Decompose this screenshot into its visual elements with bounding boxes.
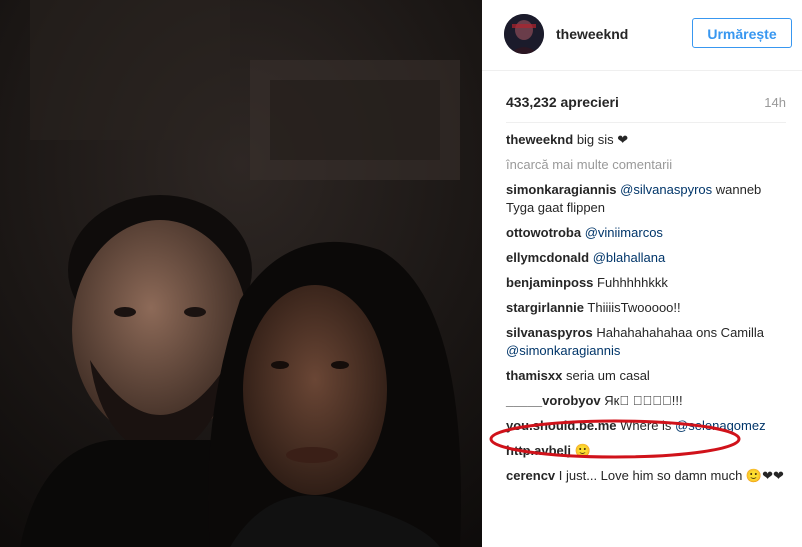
avatar[interactable] [504, 14, 544, 54]
comment-username[interactable]: ellymcdonald [506, 250, 589, 265]
comment-username[interactable]: benjaminposs [506, 275, 593, 290]
comment-list: theweeknd big sis ❤ încarcă mai multe co… [506, 131, 790, 492]
comment-mention[interactable]: @blahallana [593, 250, 665, 265]
comment-item: ellymcdonald @blahallana [506, 249, 790, 267]
header-username[interactable]: theweeknd [556, 26, 628, 42]
comment-item: silvanaspyros Hahahahahahaa ons Camilla … [506, 324, 790, 360]
comment-username[interactable]: stargirlannie [506, 300, 584, 315]
comment-username[interactable]: _____vorobyov [506, 393, 601, 408]
comment-text: Hahahahahahaa ons Camilla [596, 325, 765, 340]
comment-text: ThiiiisTwooooo!! [587, 300, 681, 315]
comment-item: stargirlannie ThiiiisTwooooo!! [506, 299, 790, 317]
likes-count[interactable]: 433,232 aprecieri [506, 94, 619, 110]
comment-item: thamisxx seria um casal [506, 367, 790, 385]
comment-text: Як      !!! [604, 393, 683, 408]
divider [506, 122, 786, 123]
load-more-comments-link[interactable]: încarcă mai multe comentarii [506, 156, 790, 174]
comment-username[interactable]: cerencv [506, 468, 555, 483]
comment-text: seria um casal [566, 368, 650, 383]
caption: theweeknd big sis ❤ [506, 131, 790, 149]
comment-username[interactable]: ottowotroba [506, 225, 581, 240]
comment-item: simonkaragiannis @silvanaspyros wanneb T… [506, 181, 790, 217]
comment-item: cerencv I just... Love him so damn much … [506, 467, 790, 485]
comment-username[interactable]: you.should.be.me [506, 418, 617, 433]
comment-username[interactable]: thamisxx [506, 368, 562, 383]
comment-text: Fuhhhhhkkk [597, 275, 668, 290]
comment-username[interactable]: http.avbelj [506, 443, 571, 458]
comment-mention[interactable]: @silvanaspyros [620, 182, 712, 197]
follow-button[interactable]: Urmărește [692, 18, 792, 48]
comment-text: 🙂 [574, 443, 591, 458]
comment-username[interactable]: silvanaspyros [506, 325, 593, 340]
comment-item: ottowotroba @viniimarcos [506, 224, 790, 242]
comment-text: Where is [620, 418, 672, 433]
comment-item: benjaminposs Fuhhhhhkkk [506, 274, 790, 292]
post-timestamp[interactable]: 14h [764, 95, 786, 110]
comment-item: you.should.be.me Where is @selenagomez [506, 417, 790, 435]
comment-item: http.avbelj 🙂 [506, 442, 790, 460]
post-photo[interactable] [0, 0, 482, 547]
comment-mention[interactable]: @viniimarcos [585, 225, 663, 240]
comment-item: _____vorobyov Як      !!! [506, 392, 790, 410]
caption-text: big sis ❤ [576, 132, 629, 147]
comment-username[interactable]: simonkaragiannis [506, 182, 617, 197]
post-panel: theweeknd Urmărește 433,232 aprecieri 14… [482, 0, 802, 547]
post-header: theweeknd Urmărește [482, 0, 802, 71]
comment-mention-after[interactable]: @selenagomez [675, 418, 766, 433]
comment-text: I just... Love him so damn much 🙂❤❤ [558, 468, 784, 483]
caption-username[interactable]: theweeknd [506, 132, 573, 147]
comment-mention-after[interactable]: @simonkaragiannis [506, 343, 620, 358]
